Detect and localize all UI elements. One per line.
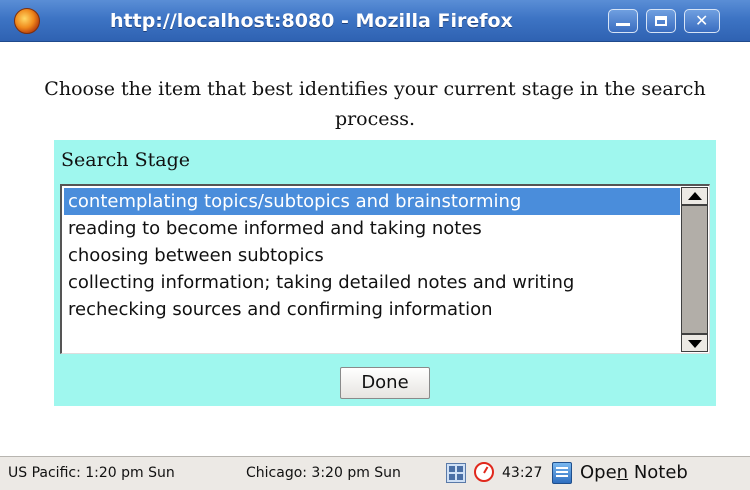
open-notebook-button[interactable]: Open Noteb (580, 462, 688, 483)
timer-icon[interactable] (474, 462, 494, 482)
search-stage-label: Search Stage (61, 149, 190, 171)
list-item[interactable]: reading to become informed and taking no… (64, 215, 680, 242)
done-button[interactable]: Done (340, 367, 430, 399)
list-item[interactable]: contemplating topics/subtopics and brain… (64, 188, 680, 215)
scroll-up-button[interactable] (681, 187, 708, 205)
list-item[interactable]: choosing between subtopics (64, 242, 680, 269)
window-title: http://localhost:8080 - Mozilla Firefox (110, 10, 513, 32)
clock-chicago[interactable]: Chicago: 3:20 pm Sun (246, 465, 401, 481)
notebook-icon[interactable] (552, 462, 572, 484)
search-stage-listbox[interactable]: contemplating topics/subtopics and brain… (60, 184, 710, 354)
applet-grid-icon[interactable] (446, 463, 466, 483)
minimize-icon (616, 23, 630, 26)
open-notebook-accelerator: n (616, 462, 629, 483)
open-notebook-label-start: Ope (580, 462, 617, 483)
window-titlebar[interactable]: http://localhost:8080 - Mozilla Firefox … (0, 0, 750, 42)
question-prompt: Choose the item that best identifies you… (44, 78, 706, 130)
arrow-up-icon (688, 192, 702, 200)
listbox-scrollbar[interactable] (681, 187, 708, 352)
arrow-down-icon (688, 340, 702, 348)
firefox-icon[interactable] (14, 8, 40, 34)
close-button[interactable]: ✕ (684, 9, 720, 33)
bottom-panel: US Pacific: 1:20 pm Sun Chicago: 3:20 pm… (0, 456, 750, 490)
clock-us-pacific[interactable]: US Pacific: 1:20 pm Sun (8, 465, 175, 481)
list-item[interactable]: rechecking sources and confirming inform… (64, 296, 680, 323)
maximize-icon (655, 16, 667, 26)
scrollbar-thumb[interactable] (681, 205, 708, 334)
scroll-down-button[interactable] (681, 334, 708, 352)
maximize-button[interactable] (646, 9, 676, 33)
list-item[interactable]: collecting information; taking detailed … (64, 269, 680, 296)
search-stage-panel: Search Stage contemplating topics/subtop… (54, 140, 716, 406)
close-icon: ✕ (695, 11, 709, 30)
minimize-button[interactable] (608, 9, 638, 33)
listbox-items: contemplating topics/subtopics and brain… (64, 188, 680, 323)
open-notebook-label-end: Noteb (628, 462, 688, 483)
timer-readout[interactable]: 43:27 (502, 465, 542, 481)
